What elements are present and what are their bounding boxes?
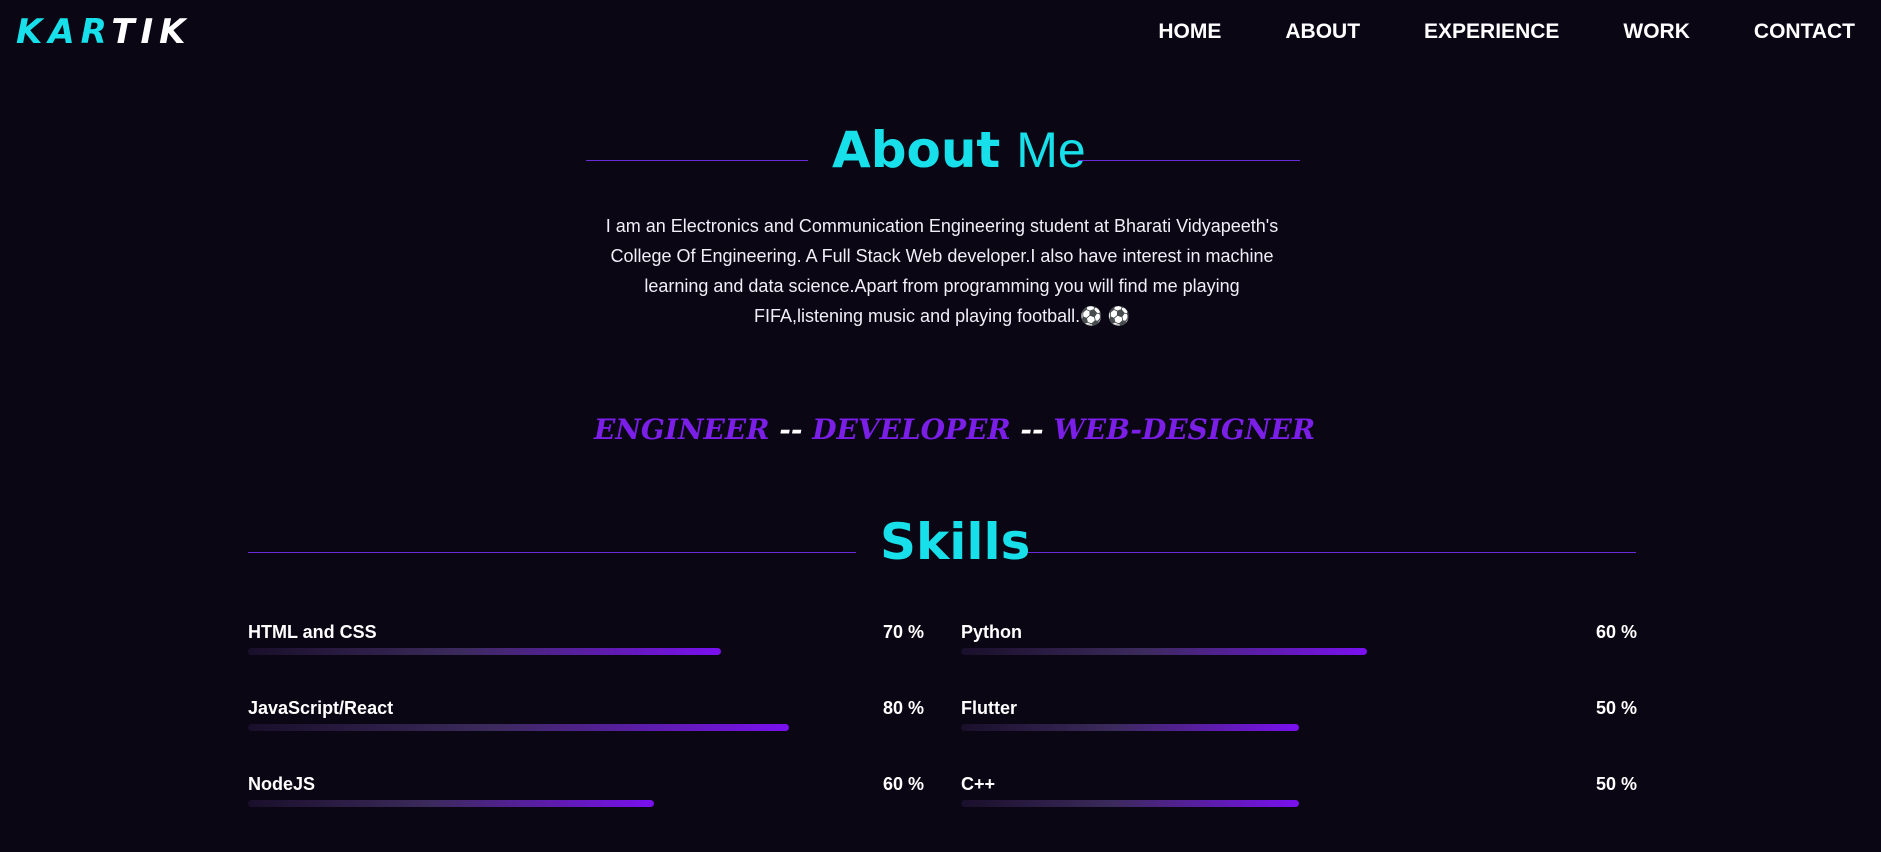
- skill-nodejs: NodeJS 60 %: [248, 772, 924, 812]
- skill-percent: 60 %: [882, 774, 924, 794]
- skill-percent: 60 %: [1595, 622, 1637, 642]
- nav-about[interactable]: ABOUT: [1285, 18, 1360, 46]
- skill-percent: 50 %: [1595, 774, 1637, 794]
- skill-cpp: C++ 50 %: [961, 772, 1637, 812]
- skill-name: C++: [961, 774, 996, 794]
- role-separator: --: [769, 413, 813, 446]
- skill-flutter: Flutter 50 %: [961, 696, 1637, 736]
- skill-bar-fill: [248, 724, 789, 731]
- header: KARTIK HOME ABOUT EXPERIENCE WORK CONTAC…: [0, 0, 1881, 64]
- logo-accent: KAR: [16, 12, 112, 52]
- skill-bar-fill: [961, 724, 1299, 731]
- page: KARTIK HOME ABOUT EXPERIENCE WORK CONTAC…: [0, 0, 1881, 852]
- skill-bar: [961, 648, 1637, 655]
- role-developer: DEVELOPER: [812, 413, 1011, 446]
- role-separator: --: [1010, 413, 1054, 446]
- about-title-light: Me: [1016, 122, 1086, 178]
- nav-contact[interactable]: CONTACT: [1754, 18, 1855, 46]
- skill-bar: [961, 800, 1637, 807]
- skill-name: Python: [961, 622, 1022, 642]
- skill-percent: 50 %: [1595, 698, 1637, 718]
- about-rule-right: [1078, 160, 1300, 161]
- skill-name: NodeJS: [248, 774, 316, 794]
- skill-javascript-react: JavaScript/React 80 %: [248, 696, 924, 736]
- skill-bar: [248, 724, 924, 731]
- skills-rule-left: [248, 552, 856, 553]
- about-title: About Me: [832, 118, 1086, 182]
- about-title-bold: About: [832, 121, 1001, 179]
- skill-bar: [248, 648, 924, 655]
- skill-name: HTML and CSS: [248, 622, 377, 642]
- about-rule-left: [586, 160, 808, 161]
- logo[interactable]: KARTIK: [16, 10, 192, 54]
- skill-html-css: HTML and CSS 70 %: [248, 620, 924, 660]
- about-heading: About Me: [586, 118, 1300, 182]
- roles-tagline: ENGINEER -- DEVELOPER -- WEB-DESIGNER: [594, 410, 1315, 450]
- skills-heading: Skills: [248, 512, 1636, 572]
- nav-home[interactable]: HOME: [1158, 18, 1221, 46]
- role-web-designer: WEB-DESIGNER: [1053, 413, 1316, 446]
- skill-percent: 70 %: [882, 622, 924, 642]
- skill-name: JavaScript/React: [248, 698, 394, 718]
- nav-work[interactable]: WORK: [1623, 18, 1690, 46]
- skill-percent: 80 %: [882, 698, 924, 718]
- nav-menu: HOME ABOUT EXPERIENCE WORK CONTACT: [1158, 18, 1855, 46]
- skill-bar: [248, 800, 924, 807]
- skill-bar-fill: [961, 648, 1367, 655]
- skill-python: Python 60 %: [961, 620, 1637, 660]
- nav-experience[interactable]: EXPERIENCE: [1424, 18, 1559, 46]
- skills-rule-right: [1028, 552, 1636, 553]
- skill-bar-fill: [961, 800, 1299, 807]
- skills-title: Skills: [880, 513, 1031, 571]
- logo-plain: TIK: [111, 12, 192, 52]
- skill-bar-fill: [248, 800, 654, 807]
- role-engineer: ENGINEER: [594, 413, 770, 446]
- skill-bar: [961, 724, 1637, 731]
- about-description: I am an Electronics and Communication En…: [605, 216, 1279, 326]
- skill-bar-fill: [248, 648, 722, 655]
- skill-name: Flutter: [961, 698, 1017, 718]
